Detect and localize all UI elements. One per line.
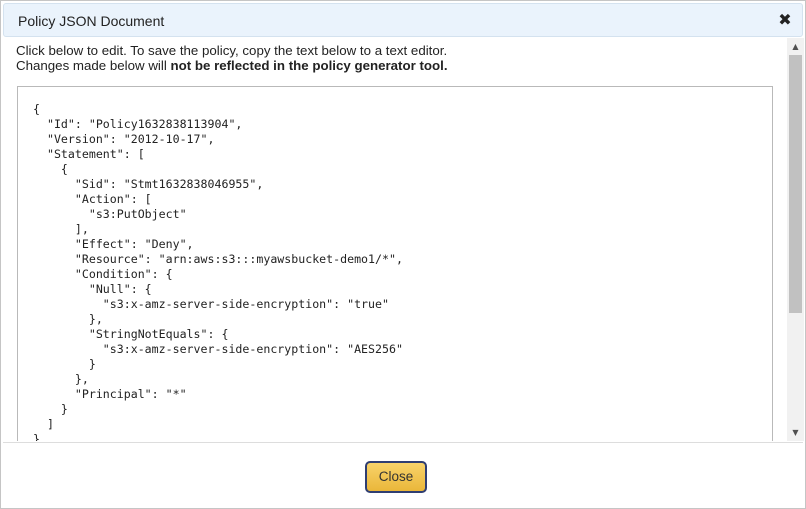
instructions-line-1: Click below to edit. To save the policy,… xyxy=(16,43,448,58)
dialog-footer: Close xyxy=(3,442,803,507)
content-scrollbar[interactable]: ▲ ▼ xyxy=(787,38,804,441)
policy-json-text[interactable]: { "Id": "Policy1632838113904", "Version"… xyxy=(33,102,403,441)
dialog-content: Click below to edit. To save the policy,… xyxy=(3,38,787,441)
instructions-line-2: Changes made below will not be reflected… xyxy=(16,58,448,73)
policy-json-editor[interactable]: { "Id": "Policy1632838113904", "Version"… xyxy=(17,86,773,441)
scroll-up-arrow-icon[interactable]: ▲ xyxy=(787,38,804,55)
instructions-line-2-bold: not be reflected in the policy generator… xyxy=(170,58,448,73)
dialog-titlebar: Policy JSON Document ✖ xyxy=(3,3,803,37)
scroll-down-arrow-icon[interactable]: ▼ xyxy=(787,424,804,441)
scroll-thumb[interactable] xyxy=(789,55,802,313)
instructions-line-2-prefix: Changes made below will xyxy=(16,58,171,73)
policy-json-dialog: Policy JSON Document ✖ Click below to ed… xyxy=(0,0,806,509)
close-icon[interactable]: ✖ xyxy=(776,11,794,29)
dialog-title: Policy JSON Document xyxy=(18,13,165,29)
instructions-text: Click below to edit. To save the policy,… xyxy=(16,43,448,73)
close-button[interactable]: Close xyxy=(365,461,427,493)
